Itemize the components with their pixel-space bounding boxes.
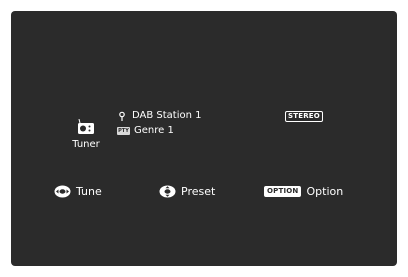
stereo-badge: STEREO: [285, 111, 323, 122]
tune-label: Tune: [76, 185, 102, 198]
dpad-up-down-icon: [159, 185, 176, 198]
source-indicator: Tuner: [64, 118, 108, 150]
genre-row: PTY Genre 1: [117, 125, 174, 136]
station-name: DAB Station 1: [132, 110, 202, 121]
genre-name: Genre 1: [134, 125, 174, 136]
radio-icon: [77, 118, 95, 134]
source-label: Tuner: [72, 139, 100, 150]
tune-control[interactable]: Tune: [54, 185, 102, 198]
antenna-icon: [117, 111, 127, 121]
option-button-icon: OPTION: [264, 186, 302, 197]
tuner-info-screen: Tuner DAB Station 1 PTY Genre 1 STEREO T…: [11, 11, 397, 266]
genre-tag-icon: PTY: [117, 126, 130, 135]
dpad-left-right-icon: [54, 185, 71, 198]
preset-label: Preset: [181, 185, 216, 198]
option-label: Option: [306, 185, 344, 198]
preset-control[interactable]: Preset: [159, 185, 215, 198]
stereo-indicator: STEREO: [285, 111, 323, 122]
station-row: DAB Station 1: [117, 110, 202, 121]
option-control[interactable]: OPTION Option: [264, 185, 343, 198]
